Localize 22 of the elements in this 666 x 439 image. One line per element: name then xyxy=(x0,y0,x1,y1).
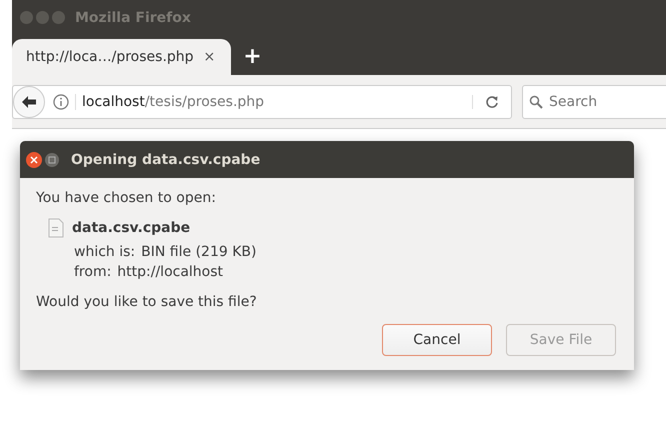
detail-value: http://localhost xyxy=(117,264,224,280)
window-title: Mozilla Firefox xyxy=(75,10,191,26)
back-button[interactable] xyxy=(13,86,45,118)
reload-icon[interactable] xyxy=(472,94,499,108)
intro-text: You have chosen to open: xyxy=(36,190,217,206)
address-bar[interactable]: localhost/tesis/proses.php xyxy=(12,84,512,118)
detail-value: BIN file (219 KB) xyxy=(141,244,256,260)
detail-label: which is: xyxy=(74,244,136,260)
back-arrow-icon xyxy=(21,94,37,108)
detail-label: from: xyxy=(74,264,112,280)
dialog-title: Opening data.csv.cpabe xyxy=(71,152,260,168)
close-icon[interactable]: × xyxy=(204,49,216,65)
search-field[interactable]: Search xyxy=(522,84,666,118)
new-tab-button[interactable]: + xyxy=(243,44,262,69)
file-icon xyxy=(48,218,64,238)
search-icon xyxy=(529,94,543,108)
dialog-button[interactable]: Cancel xyxy=(382,324,492,356)
browser-tab[interactable]: http://loca…/proses.php × xyxy=(12,39,232,75)
info-icon[interactable] xyxy=(53,94,69,110)
url-text: localhost/tesis/proses.php xyxy=(75,94,460,110)
file-name: data.csv.cpabe xyxy=(72,220,190,236)
question-text: Would you like to save this file? xyxy=(36,294,258,310)
